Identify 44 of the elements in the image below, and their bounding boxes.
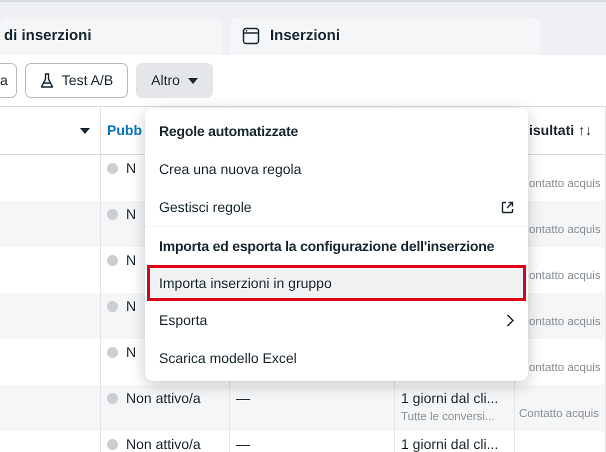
table-cell-text: —	[236, 389, 251, 408]
menu-heading: Regole automatizzate	[158, 122, 300, 141]
menu-item[interactable]: Crea una nuova regola	[147, 150, 526, 188]
caret-icon	[80, 128, 90, 134]
caret-icon	[188, 78, 198, 84]
window-icon	[242, 27, 260, 45]
menu-item[interactable]: Gestisci regole	[147, 188, 526, 226]
status-dot	[107, 255, 118, 266]
table-cell-text: Contatto acquis	[519, 406, 599, 422]
test-button[interactable]: Test A/B	[24, 63, 128, 98]
status-dot	[107, 301, 118, 312]
status-text: N	[126, 343, 136, 362]
external-link-icon	[501, 200, 514, 214]
table-cell-text: ontatto acquis	[529, 314, 599, 330]
menu-heading: Importa ed esporta la configurazione dell'inserzione	[158, 236, 496, 256]
table-cell-text: 1 giorni dal cli...	[401, 389, 500, 408]
column-header[interactable]: isultati ↑↓	[529, 120, 599, 141]
status-dot	[107, 393, 118, 404]
tab[interactable]: Inserzioni	[230, 17, 540, 55]
table-cell-text: Tutte le conversi...	[401, 410, 496, 425]
status-dot	[107, 439, 118, 450]
status-text: N	[126, 159, 136, 178]
more-button[interactable]: Altro	[136, 63, 213, 98]
menu-item[interactable]: Scarica modello Excel	[147, 339, 526, 377]
status-text: N	[126, 297, 136, 316]
status-dot	[107, 163, 118, 174]
table-cell-text: ontatto acquis	[529, 222, 599, 238]
tab[interactable]: di inserzioni	[0, 17, 222, 55]
chevron-right-icon	[506, 314, 514, 326]
table-cell-text: —	[236, 435, 251, 452]
menu-item[interactable]: Importa inserzioni in gruppo	[147, 265, 526, 301]
status-text: N	[126, 251, 136, 270]
toolbar-button[interactable]: a	[0, 63, 17, 98]
table-cell-text: ontatto acquis	[529, 268, 599, 284]
flask-icon	[40, 72, 54, 88]
menu-item[interactable]: Esporta	[147, 301, 526, 339]
status-dot	[107, 209, 118, 220]
status-dot	[107, 347, 118, 358]
status-text: Non attivo/a	[126, 435, 201, 452]
status-text: Non attivo/a	[126, 389, 201, 408]
table-cell-text: 1 giorni dal cli...	[401, 435, 500, 452]
table-cell-text: ontatto acquis	[529, 176, 599, 192]
table-cell-text: ontatto acquis	[529, 360, 599, 376]
status-text: N	[126, 205, 136, 224]
